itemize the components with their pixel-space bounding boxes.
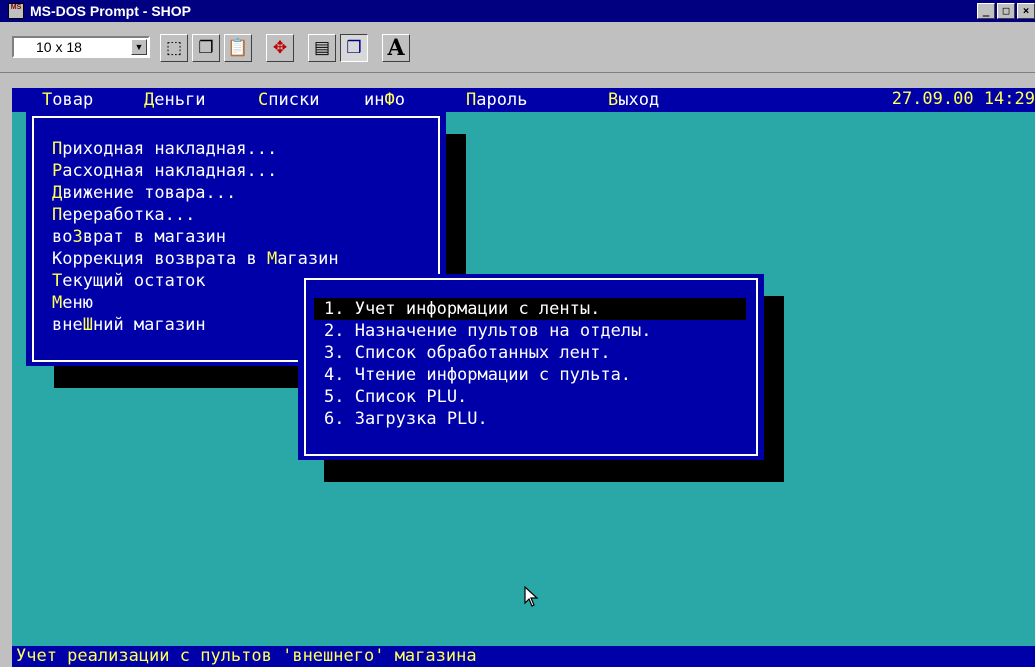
window-title: MS-DOS Prompt - SHOP [30, 3, 192, 19]
menu-dengi-hotkey: Д [144, 90, 155, 110]
menu-tovar-hotkey: Т [42, 90, 53, 110]
background-button[interactable]: ❒ [340, 34, 368, 62]
plu-submenu: 1. Учет информации с ленты. 2. Назначени… [298, 274, 764, 460]
menu-spiski-label: писки [268, 90, 320, 110]
tovar-item-label: асходная накладная... [62, 161, 278, 181]
background-icon: ❒ [346, 38, 362, 57]
window-controls: _ □ × [975, 3, 1035, 19]
menu-info-prefix: ин [364, 90, 385, 110]
tovar-item-prefix: во [52, 227, 73, 247]
tovar-menu-item[interactable]: воЗврат в магазин [52, 226, 226, 248]
tovar-item-hotkey: М [266, 249, 278, 269]
status-bar: Учет реализации с пультов 'внешнего' маг… [12, 646, 1035, 667]
menu-dengi[interactable]: Деньги [144, 89, 205, 111]
properties-button[interactable]: ▤ [308, 34, 336, 62]
copy-button[interactable]: ❐ [192, 34, 220, 62]
clock: 27.09.00 14:29 [891, 89, 1035, 109]
chevron-down-icon[interactable]: ▼ [131, 39, 147, 55]
tovar-item-label: екущий остаток [62, 271, 206, 291]
mouse-pointer-icon [524, 585, 540, 613]
tovar-item-hotkey: Р [52, 161, 63, 181]
tovar-item-label: еню [62, 293, 93, 313]
menu-info-hotkey: Ф [384, 90, 395, 110]
tovar-item-hotkey: П [52, 139, 63, 159]
tovar-menu-item[interactable]: Приходная накладная... [52, 138, 277, 160]
menu-vyhod[interactable]: Выход [608, 89, 659, 111]
tovar-menu-item[interactable]: Коррекция возврата в Магазин [52, 248, 339, 270]
submenu-item[interactable]: 6. Загрузка PLU. [314, 408, 488, 430]
tovar-item-hotkey: Т [52, 271, 63, 291]
tovar-item-label: врат в магазин [82, 227, 227, 247]
paste-button[interactable]: 📋 [224, 34, 252, 62]
properties-icon: ▤ [313, 38, 331, 57]
mark-button[interactable]: ⬚ [160, 34, 188, 62]
font-icon: A [387, 35, 405, 61]
tovar-item-hotkey: М [52, 293, 63, 313]
fullscreen-button[interactable]: ✥ [266, 34, 294, 62]
tovar-item-label: ний магазин [92, 315, 206, 335]
tovar-item-hotkey: П [52, 205, 63, 225]
copy-icon: ❐ [198, 38, 214, 57]
font-size-value: 10 x 18 [36, 39, 82, 55]
tovar-item-hotkey: Ш [82, 315, 93, 335]
tovar-item-hotkey: З [72, 227, 83, 247]
tovar-item-label: агазин [277, 249, 339, 269]
dos-console[interactable]: Товар Деньги Списки инФо Пароль Выход 27… [12, 88, 1035, 667]
menu-vyhod-label: ыход [618, 90, 660, 110]
paste-icon: 📋 [227, 38, 249, 57]
maximize-button[interactable]: □ [997, 3, 1015, 19]
window-titlebar[interactable]: MS MS-DOS Prompt - SHOP _ □ × [0, 0, 1035, 22]
tovar-menu-item[interactable]: Расходная накладная... [52, 160, 277, 182]
fullscreen-icon: ✥ [272, 38, 288, 57]
tovar-menu-item[interactable]: внеШний магазин [52, 314, 206, 336]
font-size-select[interactable]: 10 x 18 ▼ [12, 36, 150, 58]
menu-spiski-hotkey: С [258, 90, 269, 110]
submenu-shadow-bottom [324, 460, 784, 482]
menu-dengi-label: еньги [154, 90, 206, 110]
menu-parol-hotkey: П [466, 90, 477, 110]
submenu-item-selected[interactable]: 1. Учет информации с ленты. [314, 298, 746, 320]
tovar-item-label: вижение товара... [62, 183, 237, 203]
menu-parol-label: ароль [476, 90, 528, 110]
tovar-item-prefix: Коррекция возврата в [52, 249, 267, 269]
tovar-item-label: ереработка... [62, 205, 196, 225]
menu-parol[interactable]: Пароль [466, 89, 527, 111]
tovar-menu-item[interactable]: Движение товара... [52, 182, 236, 204]
menu-tovar-label: овар [52, 90, 94, 110]
msdos-app-icon[interactable]: MS [8, 3, 24, 19]
tovar-item-prefix: вне [52, 315, 83, 335]
main-menubar: Товар Деньги Списки инФо Пароль Выход 27… [12, 88, 1035, 112]
font-button[interactable]: A [382, 34, 410, 62]
tovar-menu-item[interactable]: Текущий остаток [52, 270, 206, 292]
submenu-item[interactable]: 3. Список обработанных лент. [314, 342, 611, 364]
submenu-item[interactable]: 4. Чтение информации с пульта. [314, 364, 631, 386]
menu-tovar[interactable]: Товар [42, 89, 93, 111]
minimize-button[interactable]: _ [977, 3, 995, 19]
submenu-item[interactable]: 5. Список PLU. [314, 386, 467, 408]
mark-icon: ⬚ [165, 38, 183, 57]
submenu-item[interactable]: 2. Назначение пультов на отделы. [314, 320, 652, 342]
tovar-menu-item[interactable]: Меню [52, 292, 93, 314]
close-button[interactable]: × [1017, 3, 1035, 19]
msdos-icon-text: MS [10, 4, 22, 11]
menu-info[interactable]: инФо [364, 89, 405, 111]
menu-vyhod-hotkey: В [608, 90, 619, 110]
menu-info-label: о [394, 90, 405, 110]
tovar-item-label: риходная накладная... [62, 139, 278, 159]
menu-spiski[interactable]: Списки [258, 89, 319, 111]
dos-toolbar: 10 x 18 ▼ ⬚ ❐ 📋 ✥ ▤ ❒ A [0, 22, 1035, 73]
tovar-item-hotkey: Д [52, 183, 63, 203]
submenu-shadow [764, 296, 784, 482]
tovar-menu-item[interactable]: Переработка... [52, 204, 195, 226]
